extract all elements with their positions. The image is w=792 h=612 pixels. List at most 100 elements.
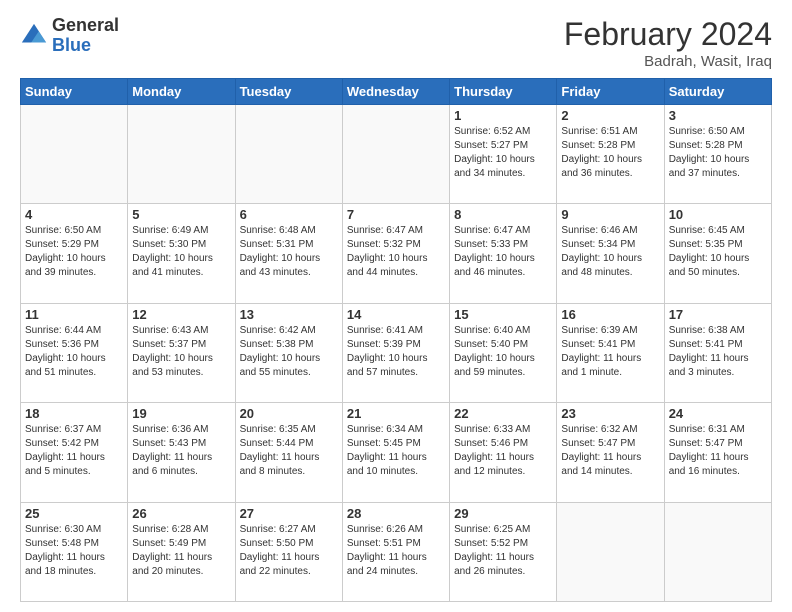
day-header-sunday: Sunday [21,79,128,105]
calendar-cell: 19 Sunrise: 6:36 AM Sunset: 5:43 PM Dayli… [128,403,235,502]
day-number: 23 [561,406,659,421]
day-number: 15 [454,307,552,322]
calendar-cell: 20 Sunrise: 6:35 AM Sunset: 5:44 PM Dayli… [235,403,342,502]
page: General Blue February 2024 Badrah, Wasit… [0,0,792,612]
day-number: 3 [669,108,767,123]
calendar-cell: 1 Sunrise: 6:52 AM Sunset: 5:27 PM Daylig… [450,105,557,204]
day-info: Sunrise: 6:51 AM Sunset: 5:28 PM Dayligh… [561,125,659,181]
calendar-cell: 3 Sunrise: 6:50 AM Sunset: 5:28 PM Daylig… [664,105,771,204]
title-location: Badrah, Wasit, Iraq [564,53,772,70]
calendar-cell: 2 Sunrise: 6:51 AM Sunset: 5:28 PM Daylig… [557,105,664,204]
day-info: Sunrise: 6:36 AM Sunset: 5:43 PM Dayligh… [132,423,230,479]
logo: General Blue [20,16,119,56]
calendar-cell: 22 Sunrise: 6:33 AM Sunset: 5:46 PM Dayli… [450,403,557,502]
calendar-cell: 17 Sunrise: 6:38 AM Sunset: 5:41 PM Dayli… [664,303,771,402]
calendar-cell: 9 Sunrise: 6:46 AM Sunset: 5:34 PM Daylig… [557,204,664,303]
calendar-cell: 10 Sunrise: 6:45 AM Sunset: 5:35 PM Dayli… [664,204,771,303]
logo-text: General Blue [52,16,119,56]
day-info: Sunrise: 6:40 AM Sunset: 5:40 PM Dayligh… [454,324,552,380]
day-info: Sunrise: 6:25 AM Sunset: 5:52 PM Dayligh… [454,523,552,579]
day-number: 2 [561,108,659,123]
day-number: 1 [454,108,552,123]
calendar-cell [557,502,664,601]
day-header-monday: Monday [128,79,235,105]
calendar-cell: 21 Sunrise: 6:34 AM Sunset: 5:45 PM Dayli… [342,403,449,502]
calendar-table: SundayMondayTuesdayWednesdayThursdayFrid… [20,78,772,602]
day-info: Sunrise: 6:42 AM Sunset: 5:38 PM Dayligh… [240,324,338,380]
day-number: 10 [669,207,767,222]
calendar-cell [21,105,128,204]
day-info: Sunrise: 6:27 AM Sunset: 5:50 PM Dayligh… [240,523,338,579]
calendar-cell: 8 Sunrise: 6:47 AM Sunset: 5:33 PM Daylig… [450,204,557,303]
calendar-cell: 7Sunrise: 6:47 AM Sunset: 5:32 PM Daylig… [342,204,449,303]
calendar-cell: 11 Sunrise: 6:44 AM Sunset: 5:36 PM Dayli… [21,303,128,402]
day-info: Sunrise: 6:49 AM Sunset: 5:30 PM Dayligh… [132,224,230,280]
logo-icon [20,22,48,50]
day-info: Sunrise: 6:47 AM Sunset: 5:33 PM Dayligh… [454,224,552,280]
day-info: Sunrise: 6:48 AM Sunset: 5:31 PM Dayligh… [240,224,338,280]
day-number: 9 [561,207,659,222]
calendar-cell [235,105,342,204]
calendar-cell: 29Sunrise: 6:25 AM Sunset: 5:52 PM Dayli… [450,502,557,601]
calendar-cell: 6 Sunrise: 6:48 AM Sunset: 5:31 PM Daylig… [235,204,342,303]
calendar-cell: 27 Sunrise: 6:27 AM Sunset: 5:50 PM Dayli… [235,502,342,601]
calendar-cell: 13 Sunrise: 6:42 AM Sunset: 5:38 PM Dayli… [235,303,342,402]
logo-blue: Blue [52,36,119,56]
calendar-cell: 18 Sunrise: 6:37 AM Sunset: 5:42 PM Dayli… [21,403,128,502]
day-header-friday: Friday [557,79,664,105]
logo-general: General [52,16,119,36]
day-info: Sunrise: 6:50 AM Sunset: 5:28 PM Dayligh… [669,125,767,181]
day-info: Sunrise: 6:33 AM Sunset: 5:46 PM Dayligh… [454,423,552,479]
day-info: Sunrise: 6:35 AM Sunset: 5:44 PM Dayligh… [240,423,338,479]
calendar-cell [342,105,449,204]
title-month-year: February 2024 [564,16,772,53]
day-info: Sunrise: 6:47 AM Sunset: 5:32 PM Dayligh… [347,224,445,280]
day-info: Sunrise: 6:26 AM Sunset: 5:51 PM Dayligh… [347,523,445,579]
calendar-cell: 16 Sunrise: 6:39 AM Sunset: 5:41 PM Dayli… [557,303,664,402]
calendar-cell: 25 Sunrise: 6:30 AM Sunset: 5:48 PM Dayli… [21,502,128,601]
day-number: 13 [240,307,338,322]
day-number: 6 [240,207,338,222]
calendar-cell: 5 Sunrise: 6:49 AM Sunset: 5:30 PM Daylig… [128,204,235,303]
day-number: 5 [132,207,230,222]
day-info: Sunrise: 6:45 AM Sunset: 5:35 PM Dayligh… [669,224,767,280]
calendar-cell: 26 Sunrise: 6:28 AM Sunset: 5:49 PM Dayli… [128,502,235,601]
day-number: 22 [454,406,552,421]
day-number: 17 [669,307,767,322]
day-number: 25 [25,506,123,521]
day-info: Sunrise: 6:43 AM Sunset: 5:37 PM Dayligh… [132,324,230,380]
day-info: Sunrise: 6:37 AM Sunset: 5:42 PM Dayligh… [25,423,123,479]
day-number: 19 [132,406,230,421]
header: General Blue February 2024 Badrah, Wasit… [20,16,772,70]
day-number: 24 [669,406,767,421]
day-number: 18 [25,406,123,421]
day-number: 4 [25,207,123,222]
title-section: February 2024 Badrah, Wasit, Iraq [564,16,772,70]
day-info: Sunrise: 6:34 AM Sunset: 5:45 PM Dayligh… [347,423,445,479]
day-number: 26 [132,506,230,521]
day-info: Sunrise: 6:44 AM Sunset: 5:36 PM Dayligh… [25,324,123,380]
day-info: Sunrise: 6:50 AM Sunset: 5:29 PM Dayligh… [25,224,123,280]
day-number: 8 [454,207,552,222]
day-number: 14 [347,307,445,322]
day-number: 21 [347,406,445,421]
day-header-saturday: Saturday [664,79,771,105]
day-info: Sunrise: 6:38 AM Sunset: 5:41 PM Dayligh… [669,324,767,380]
day-number: 27 [240,506,338,521]
day-info: Sunrise: 6:28 AM Sunset: 5:49 PM Dayligh… [132,523,230,579]
day-info: Sunrise: 6:30 AM Sunset: 5:48 PM Dayligh… [25,523,123,579]
day-info: Sunrise: 6:32 AM Sunset: 5:47 PM Dayligh… [561,423,659,479]
calendar-cell: 24 Sunrise: 6:31 AM Sunset: 5:47 PM Dayli… [664,403,771,502]
day-info: Sunrise: 6:31 AM Sunset: 5:47 PM Dayligh… [669,423,767,479]
day-number: 11 [25,307,123,322]
day-number: 20 [240,406,338,421]
day-info: Sunrise: 6:52 AM Sunset: 5:27 PM Dayligh… [454,125,552,181]
day-info: Sunrise: 6:46 AM Sunset: 5:34 PM Dayligh… [561,224,659,280]
day-number: 16 [561,307,659,322]
day-number: 28 [347,506,445,521]
calendar-cell: 14Sunrise: 6:41 AM Sunset: 5:39 PM Dayli… [342,303,449,402]
calendar-cell: 23 Sunrise: 6:32 AM Sunset: 5:47 PM Dayli… [557,403,664,502]
day-header-thursday: Thursday [450,79,557,105]
day-info: Sunrise: 6:39 AM Sunset: 5:41 PM Dayligh… [561,324,659,380]
calendar-cell: 28 Sunrise: 6:26 AM Sunset: 5:51 PM Dayli… [342,502,449,601]
